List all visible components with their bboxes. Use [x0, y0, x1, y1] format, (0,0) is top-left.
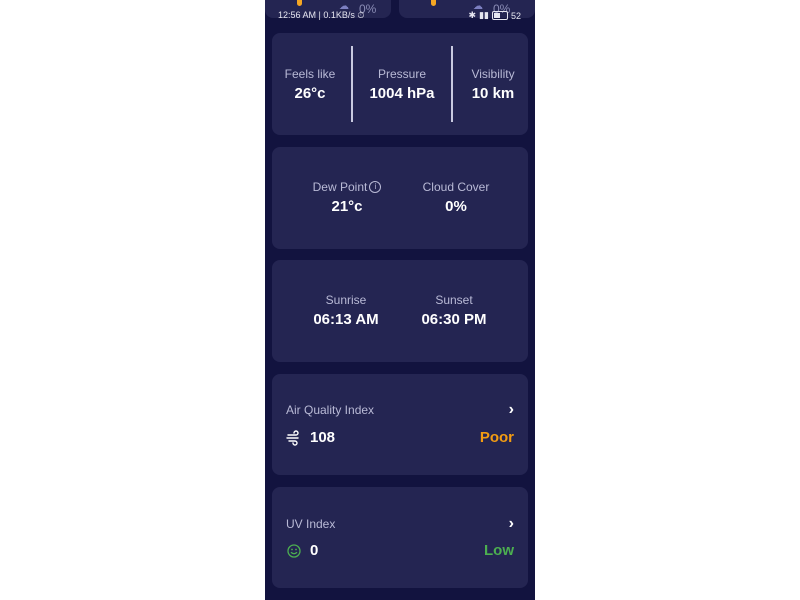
aqi-status: Poor	[479, 429, 514, 446]
sunrise-label: Sunrise	[325, 293, 367, 307]
sun-card: Sunrise 06:13 AM Sunset 06:30 PM	[272, 260, 528, 362]
info-icon[interactable]: i	[369, 181, 382, 193]
aqi-card[interactable]: Air Quality Index › 108 Poor	[272, 374, 528, 475]
cloud-cover-value: 0%	[445, 198, 467, 215]
chevron-right-icon[interactable]: ›	[509, 401, 514, 419]
visibility-value: 10 km	[471, 85, 515, 102]
aqi-title: Air Quality Index	[286, 403, 375, 417]
visibility: Visibility 10 km	[458, 67, 528, 102]
pressure-label: Pressure	[377, 67, 427, 81]
signal-icon: ▮▮	[479, 10, 489, 20]
sun-icon	[431, 0, 436, 6]
divider	[451, 46, 453, 122]
alarm-icon: ⏱	[357, 10, 365, 20]
smiley-icon	[286, 543, 302, 559]
bluetooth-icon: ✱	[468, 10, 477, 20]
feels-like-label: Feels like	[284, 67, 336, 81]
uv-card[interactable]: UV Index › 0 Low	[272, 487, 528, 588]
battery-percent: 52	[510, 10, 521, 21]
sun-icon	[297, 0, 302, 6]
chevron-right-icon[interactable]: ›	[509, 515, 514, 533]
sunset: Sunset 06:30 PM	[404, 293, 504, 328]
feels-like: Feels like 26°c	[280, 67, 340, 102]
pressure-value: 1004 hPa	[369, 85, 435, 102]
cloud-cover: Cloud Cover 0%	[406, 180, 506, 215]
details-card: Feels like 26°c Pressure 1004 hPa Visibi…	[272, 33, 528, 135]
status-time: 12:56 AM | 0.1KB/s ⏱	[278, 10, 365, 20]
status-icons: ✱ ▮▮ 52	[469, 10, 521, 21]
dew-point: Dew Point i 21°c	[292, 180, 402, 215]
battery-icon	[491, 11, 508, 20]
visibility-label: Visibility	[471, 67, 515, 81]
wind-icon	[286, 430, 302, 446]
dew-point-label: Dew Point i	[292, 180, 402, 194]
aqi-value: 108	[310, 429, 336, 446]
sunrise: Sunrise 06:13 AM	[296, 293, 396, 328]
phone-screen: ☁ 0% ☁ 0% 12:56 AM | 0.1KB/s ⏱ ✱ ▮▮ 52 F…	[265, 0, 535, 600]
sunset-label: Sunset	[435, 293, 473, 307]
status-bar: 12:56 AM | 0.1KB/s ⏱ ✱ ▮▮ 52	[265, 8, 535, 22]
divider	[351, 46, 353, 122]
sunset-value: 06:30 PM	[421, 311, 487, 328]
pressure: Pressure 1004 hPa	[358, 67, 446, 102]
sunrise-value: 06:13 AM	[313, 311, 379, 328]
cloud-cover-label: Cloud Cover	[422, 180, 490, 194]
dew-cloud-card: Dew Point i 21°c Cloud Cover 0%	[272, 147, 528, 249]
dew-point-value: 21°c	[331, 198, 363, 215]
uv-title: UV Index	[286, 517, 336, 531]
uv-status: Low	[484, 542, 514, 559]
feels-like-value: 26°c	[294, 85, 326, 102]
uv-value: 0	[310, 542, 319, 559]
